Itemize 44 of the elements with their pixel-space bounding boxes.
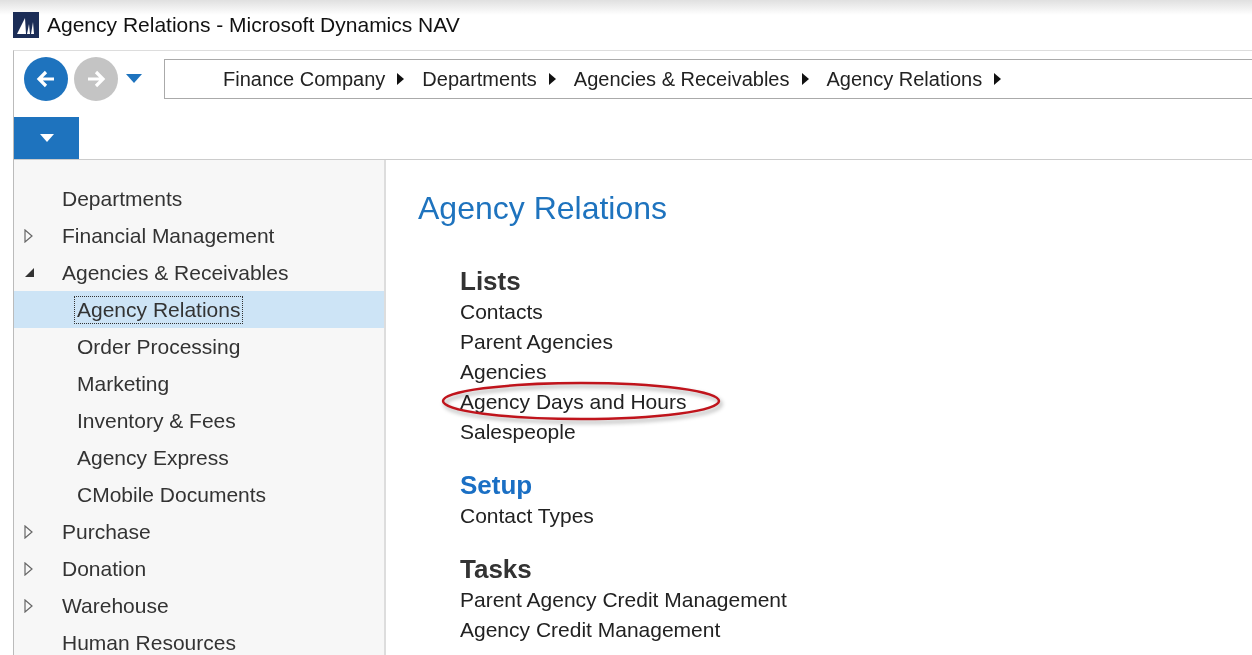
breadcrumb-arrow-icon[interactable] [397,73,405,85]
tree-item[interactable]: Marketing [14,365,384,402]
breadcrumb-arrow-icon[interactable] [548,73,556,85]
action-link[interactable]: Agencies [460,360,547,384]
tree-item[interactable]: Donation [14,550,384,587]
tree-item[interactable]: Order Processing [14,328,384,365]
back-button[interactable] [24,57,68,101]
section-heading: Setup [460,469,534,501]
tree-item[interactable]: Purchase [14,513,384,550]
action-link[interactable]: Contact Types [460,504,594,528]
collapsed-triangle-icon[interactable] [24,598,33,613]
breadcrumb-arrow-icon[interactable] [801,73,809,85]
tree-item[interactable]: Financial Management [14,217,384,254]
tree-item[interactable]: Agency Express [14,439,384,476]
app-logo-icon [13,12,39,38]
window-title: Agency Relations - Microsoft Dynamics NAV [47,13,460,37]
action-link[interactable]: Parent Agencies [460,330,613,354]
tree-item[interactable]: Inventory & Fees [14,402,384,439]
tree-item[interactable]: Agencies & Receivables [14,254,384,291]
action-link[interactable]: Salespeople [460,420,576,444]
collapsed-triangle-icon[interactable] [24,524,33,539]
breadcrumb-item[interactable]: Finance Company [223,67,386,91]
expanded-triangle-icon[interactable] [24,267,35,278]
breadcrumb-item[interactable]: Agency Relations [826,67,983,91]
breadcrumb-item[interactable]: Agencies & Receivables [573,67,790,91]
section-heading: Tasks [460,553,533,585]
action-link[interactable]: Contacts [460,300,543,324]
tree-item[interactable]: Departments [14,180,384,217]
tree-item[interactable]: Human Resources [14,624,384,655]
breadcrumb-item[interactable]: Departments [422,67,537,91]
tree-item[interactable]: CMobile Documents [14,476,384,513]
address-bar[interactable]: Finance Company Departments Agencies & Receivables Agency Relations [164,59,1252,99]
collapsed-triangle-icon[interactable] [24,228,33,243]
action-link[interactable]: Parent Agency Credit Management [460,588,787,612]
section-heading: Lists [460,265,522,297]
breadcrumb-arrow-icon[interactable] [994,73,1002,85]
caret-icon[interactable] [39,133,54,143]
history-dropdown-icon[interactable] [126,74,142,84]
collapsed-triangle-icon[interactable] [24,561,33,576]
ribbon-toggle-button[interactable] [14,117,79,159]
tree-item[interactable]: Agency Relations [14,291,384,328]
tree-item[interactable]: Warehouse [14,587,384,624]
action-link[interactable]: Agency Credit Management [460,618,721,642]
page-title: Agency Relations [418,190,669,227]
